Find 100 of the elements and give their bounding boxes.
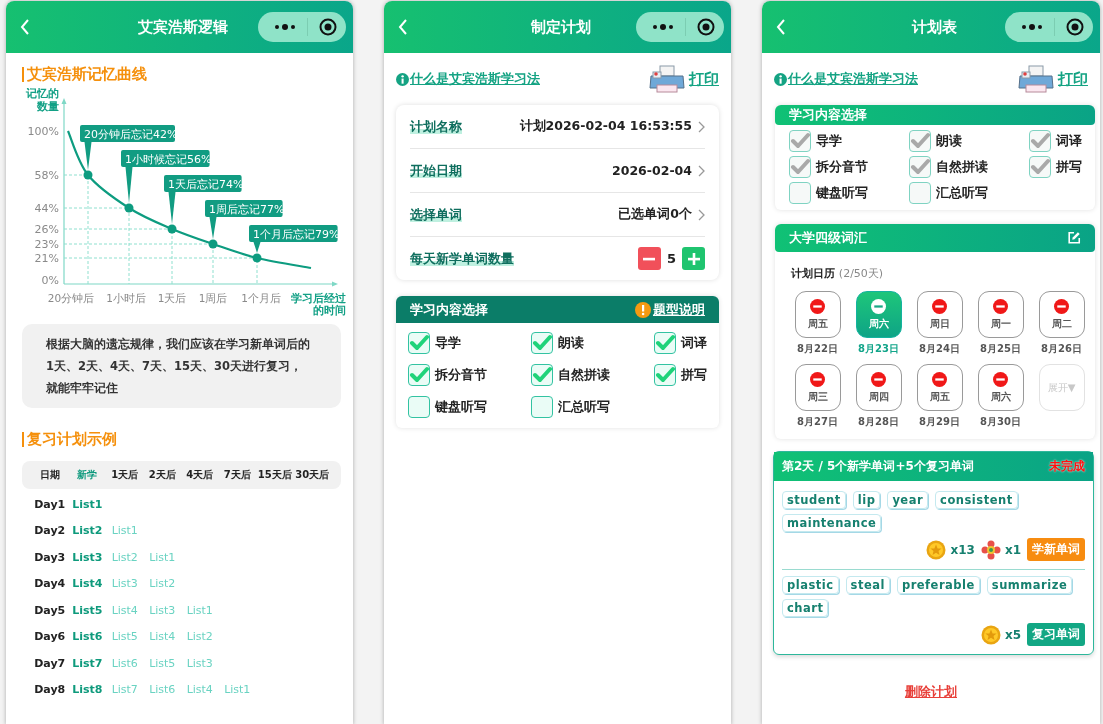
back-icon[interactable] <box>398 19 408 35</box>
checkbox[interactable] <box>531 332 553 354</box>
select-field[interactable]: 已选单词0个 <box>618 206 705 223</box>
y-tick-label: 26% <box>34 223 59 236</box>
back-icon[interactable] <box>20 19 30 35</box>
checkbox[interactable] <box>408 364 430 386</box>
more-icon[interactable] <box>652 24 674 30</box>
table-cell-text: List7 <box>71 656 104 670</box>
select-field[interactable]: 2026-02-04 <box>612 163 705 178</box>
day-date: 8月22日 <box>797 342 838 356</box>
option-label: 拆分音节 <box>816 158 868 176</box>
checkbox[interactable] <box>408 396 430 418</box>
checkbox[interactable] <box>531 396 553 418</box>
page-title: 制定计划 <box>531 17 591 37</box>
day-date: 8月28日 <box>858 415 899 429</box>
printer-icon[interactable] <box>648 64 686 94</box>
day-tile[interactable]: 周六 <box>855 291 902 338</box>
back-icon[interactable] <box>776 19 786 35</box>
select-field[interactable]: 计划2026-02-04 16:53:55 <box>519 118 705 135</box>
minus-circle-icon <box>871 371 886 387</box>
day-tile[interactable]: 周三 <box>794 364 841 411</box>
day-tile[interactable]: 周二 <box>1038 291 1085 338</box>
help-link[interactable]: 题型说明 <box>653 300 705 319</box>
option-label: 导学 <box>816 132 842 150</box>
option-label: 拼写 <box>681 366 707 384</box>
table-cell-text: List4 <box>110 603 139 617</box>
minus-circle-icon <box>932 371 947 387</box>
target-icon[interactable] <box>697 18 715 36</box>
word-chip[interactable]: preferable <box>896 576 980 594</box>
info-link[interactable]: 什么是艾宾浩斯学习法 <box>774 70 918 88</box>
field-label: 选择单词 <box>410 205 462 224</box>
more-icon[interactable] <box>1021 24 1043 30</box>
word-chip[interactable]: consistent <box>935 491 1018 509</box>
day-date: 8月25日 <box>980 342 1021 356</box>
x-tick-label: 1周后 <box>198 292 228 304</box>
word-chip[interactable]: plastic <box>782 576 839 594</box>
field-label: 每天新学单词数量 <box>410 249 514 268</box>
print-link[interactable]: 打印 <box>689 69 719 89</box>
reward-count: x1 <box>1004 542 1021 557</box>
day-tile[interactable]: 周六 <box>977 364 1024 411</box>
y-tick-label: 100% <box>27 125 59 138</box>
table-cell-text: List2 <box>110 550 139 564</box>
minus-circle-icon <box>871 298 886 314</box>
option-label: 汇总听写 <box>936 184 988 202</box>
day-tile[interactable]: 周五 <box>916 364 963 411</box>
word-chip[interactable]: lip <box>852 491 881 509</box>
target-icon[interactable] <box>319 18 337 36</box>
increase-button[interactable] <box>682 247 705 270</box>
table-cell-text: List1 <box>110 524 139 538</box>
edit-icon[interactable] <box>1067 231 1081 245</box>
word-chip[interactable]: year <box>887 491 929 509</box>
word-chip[interactable]: summarize <box>986 576 1073 594</box>
option-label: 自然拼读 <box>558 366 610 384</box>
option-label: 汇总听写 <box>558 398 610 416</box>
target-icon[interactable] <box>1066 18 1084 36</box>
checkbox[interactable] <box>654 364 676 386</box>
info-icon <box>396 72 409 86</box>
info-icon <box>774 72 787 86</box>
printer-icon[interactable] <box>1017 64 1055 94</box>
page-title: 艾宾浩斯逻辑 <box>138 17 228 37</box>
table-cell-text: List2 <box>71 524 104 538</box>
table-cell-text: List6 <box>148 683 177 697</box>
word-chip[interactable]: maintenance <box>782 514 882 532</box>
decrease-button[interactable] <box>637 247 661 270</box>
x-tick-label: 1天后 <box>157 292 187 304</box>
table-cell-text: List2 <box>148 577 177 591</box>
table-cell-text: List1 <box>223 683 252 697</box>
day-tile[interactable]: 周日 <box>916 291 963 338</box>
option-label: 朗读 <box>558 334 584 352</box>
column-header: 1天后 <box>110 468 140 482</box>
print-link[interactable]: 打印 <box>1058 69 1088 89</box>
checkbox[interactable] <box>408 332 430 354</box>
day-tile[interactable]: 周五 <box>794 291 841 338</box>
word-chip[interactable]: student <box>782 491 846 509</box>
chevron-icon <box>698 164 705 177</box>
y-tick-label: 58% <box>34 169 59 182</box>
more-icon[interactable] <box>274 24 296 30</box>
word-chip[interactable]: chart <box>782 599 829 617</box>
day-tile[interactable]: 周一 <box>977 291 1024 338</box>
column-header: 新学 <box>76 468 99 482</box>
reward-count: x13 <box>950 542 975 557</box>
option-label: 导学 <box>435 334 461 352</box>
column-header: 2天后 <box>147 468 177 482</box>
checkbox[interactable] <box>654 332 676 354</box>
checkbox[interactable] <box>531 364 553 386</box>
x-tick-label: 20分钟后 <box>47 292 95 304</box>
day-tile[interactable]: 周四 <box>855 364 902 411</box>
card-title: 大学四级词汇 <box>789 229 867 247</box>
info-link[interactable]: 什么是艾宾浩斯学习法 <box>396 70 540 88</box>
section-title: 艾宾浩斯记忆曲线 <box>22 67 337 82</box>
column-header: 7天后 <box>222 468 252 482</box>
option-label: 键盘听写 <box>816 184 868 202</box>
y-tick-label: 44% <box>34 202 59 215</box>
field-label: 开始日期 <box>410 161 462 180</box>
delete-link[interactable]: 删除计划 <box>905 683 957 701</box>
study-button[interactable]: 复习单词 <box>1027 623 1085 646</box>
word-chip[interactable]: steal <box>845 576 890 594</box>
option-label: 拼写 <box>1056 158 1082 176</box>
option-label: 自然拼读 <box>936 158 988 176</box>
card-title: 学习内容选择 <box>789 106 867 124</box>
